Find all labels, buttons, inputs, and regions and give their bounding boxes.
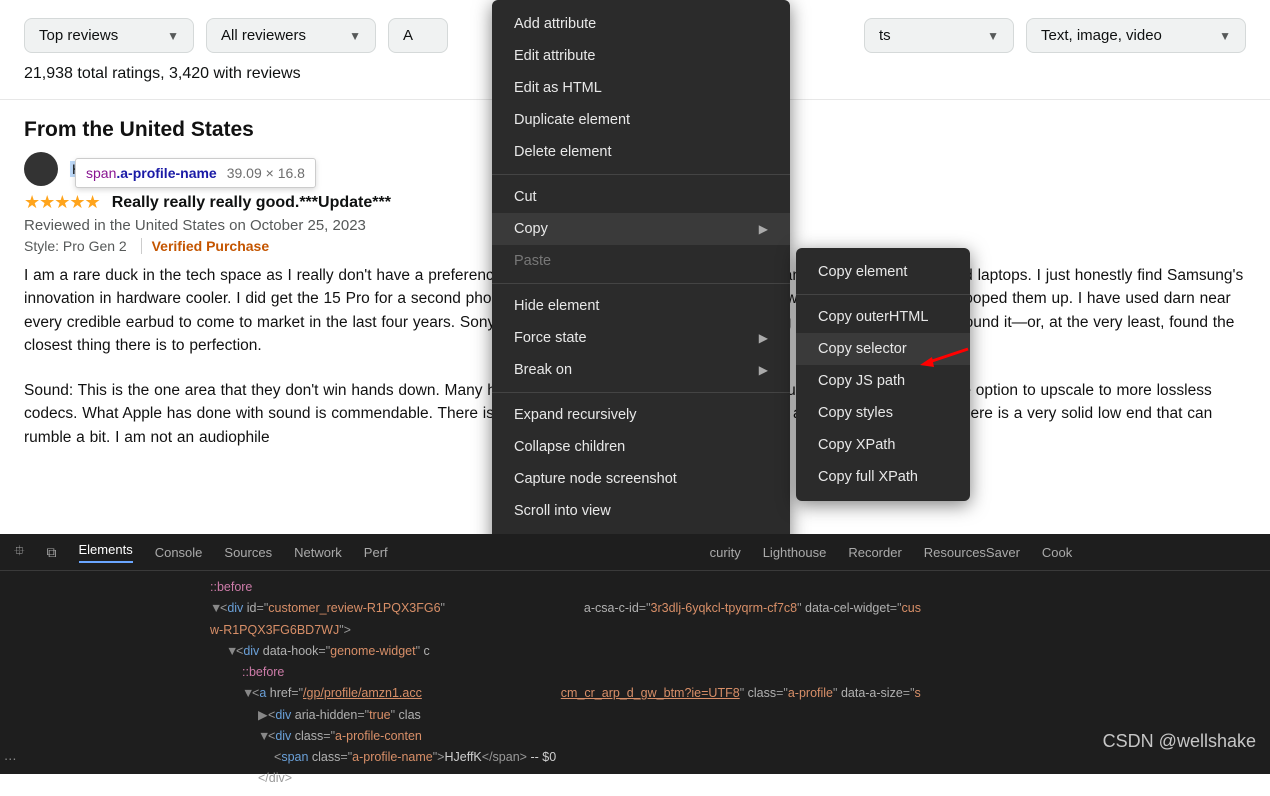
- tab-network[interactable]: Network: [294, 545, 342, 560]
- dom-tree[interactable]: ::before ▼<div id="customer_review-R1PQX…: [0, 571, 1270, 796]
- tab-elements[interactable]: Elements: [79, 542, 133, 563]
- tab-security[interactable]: curity: [710, 545, 741, 560]
- chevron-down-icon: ▼: [349, 29, 361, 43]
- ctx-paste: Paste: [492, 245, 790, 277]
- star-rating-icon: ★★★★★: [24, 192, 100, 213]
- tab-console[interactable]: Console: [155, 545, 203, 560]
- style-label: Style: Pro Gen 2: [24, 238, 127, 254]
- sub-copy-element[interactable]: Copy element: [796, 256, 970, 288]
- tab-resourcessaver[interactable]: ResourcesSaver: [924, 545, 1020, 560]
- device-icon[interactable]: ⧉: [47, 544, 57, 561]
- ctx-collapse[interactable]: Collapse children: [492, 431, 790, 463]
- sub-copy-jspath[interactable]: Copy JS path: [796, 365, 970, 397]
- tab-recorder[interactable]: Recorder: [848, 545, 901, 560]
- ctx-add-attribute[interactable]: Add attribute: [492, 8, 790, 40]
- devtools-panel[interactable]: ⯐ ⧉ Elements Console Sources Network Per…: [0, 534, 1270, 774]
- inspect-tooltip: span.a-profile-name 39.09 × 16.8: [75, 158, 316, 188]
- inspect-icon[interactable]: ⯐: [14, 540, 25, 564]
- review-title[interactable]: Really really really good.***Update***: [112, 194, 391, 212]
- ctx-force-state[interactable]: Force state▶: [492, 322, 790, 354]
- sub-copy-styles[interactable]: Copy styles: [796, 397, 970, 429]
- ctx-screenshot[interactable]: Capture node screenshot: [492, 463, 790, 495]
- filter-3[interactable]: A: [388, 18, 448, 53]
- filter-sort[interactable]: Top reviews▼: [24, 18, 194, 53]
- filter-4[interactable]: ts▼: [864, 18, 1014, 53]
- tab-sources[interactable]: Sources: [224, 545, 272, 560]
- ctx-expand[interactable]: Expand recursively: [492, 399, 790, 431]
- ctx-hide[interactable]: Hide element: [492, 290, 790, 322]
- watermark: CSDN @wellshake: [1103, 731, 1256, 752]
- sub-copy-fullxpath[interactable]: Copy full XPath: [796, 461, 970, 493]
- ctx-cut[interactable]: Cut: [492, 181, 790, 213]
- tab-perf[interactable]: Perf: [364, 545, 388, 560]
- chevron-right-icon: ▶: [759, 222, 768, 236]
- filter-reviewers[interactable]: All reviewers▼: [206, 18, 376, 53]
- chevron-down-icon: ▼: [167, 29, 179, 43]
- chevron-down-icon: ▼: [987, 29, 999, 43]
- tab-cookies[interactable]: Cook: [1042, 545, 1072, 560]
- overflow-icon[interactable]: ⋯: [4, 751, 17, 766]
- ctx-break-on[interactable]: Break on▶: [492, 354, 790, 386]
- avatar: [24, 152, 58, 186]
- ctx-scroll[interactable]: Scroll into view: [492, 495, 790, 527]
- ctx-edit-attribute[interactable]: Edit attribute: [492, 40, 790, 72]
- ctx-edit-html[interactable]: Edit as HTML: [492, 72, 790, 104]
- verified-purchase-badge: Verified Purchase: [141, 238, 270, 254]
- ctx-delete[interactable]: Delete element: [492, 136, 790, 168]
- sub-copy-xpath[interactable]: Copy XPath: [796, 429, 970, 461]
- chevron-down-icon: ▼: [1219, 29, 1231, 43]
- devtools-tabs[interactable]: ⯐ ⧉ Elements Console Sources Network Per…: [0, 534, 1270, 571]
- chevron-right-icon: ▶: [759, 331, 768, 345]
- tab-lighthouse[interactable]: Lighthouse: [763, 545, 827, 560]
- ctx-copy[interactable]: Copy▶: [492, 213, 790, 245]
- sub-copy-outerhtml[interactable]: Copy outerHTML: [796, 301, 970, 333]
- filter-format[interactable]: Text, image, video▼: [1026, 18, 1246, 53]
- ctx-duplicate[interactable]: Duplicate element: [492, 104, 790, 136]
- chevron-right-icon: ▶: [759, 363, 768, 377]
- context-submenu-copy[interactable]: Copy element Copy outerHTML Copy selecto…: [796, 248, 970, 501]
- annotation-arrow-icon: [918, 345, 970, 369]
